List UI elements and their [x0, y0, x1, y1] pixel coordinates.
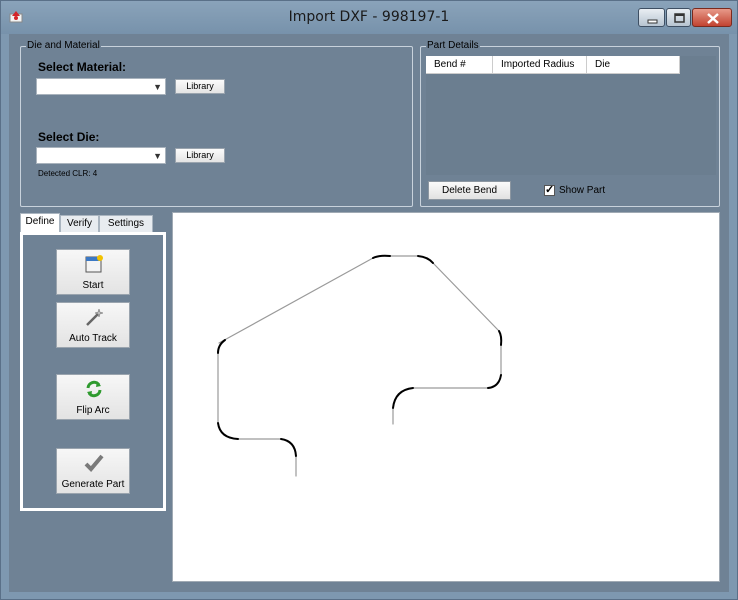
- auto-track-label: Auto Track: [69, 333, 117, 344]
- start-button[interactable]: Start: [56, 249, 130, 295]
- window-title: Import DXF - 998197-1: [288, 9, 450, 25]
- client-area: Die and Material Select Material: ▼ Libr…: [9, 34, 729, 592]
- show-part-toggle[interactable]: Show Part: [544, 183, 606, 196]
- delete-bend-button[interactable]: Delete Bend: [428, 181, 511, 200]
- material-select[interactable]: ▼: [36, 78, 166, 95]
- part-details-group: Part Details Bend # Imported Radius Die …: [420, 40, 720, 207]
- die-library-button[interactable]: Library: [175, 148, 225, 163]
- bend-table-header: Bend # Imported Radius Die: [426, 56, 680, 74]
- die-select[interactable]: ▼: [36, 147, 166, 164]
- flip-arc-label: Flip Arc: [76, 405, 110, 416]
- chevron-down-icon: ▼: [153, 151, 162, 161]
- column-header-bend[interactable]: Bend #: [426, 56, 493, 74]
- flip-arrows-icon: [86, 380, 102, 398]
- part-details-label: Part Details: [426, 40, 480, 51]
- chevron-down-icon: ▼: [153, 82, 162, 92]
- import-dxf-window: Import DXF - 998197-1 Die and Material S…: [0, 0, 738, 600]
- maximize-icon: [674, 13, 685, 23]
- define-tab-panel: Start Auto Track Flip Arc Generate Part: [20, 232, 166, 511]
- column-header-die[interactable]: Die: [587, 56, 680, 74]
- generate-part-label: Generate Part: [61, 479, 125, 490]
- close-icon: [707, 13, 719, 24]
- bend-table[interactable]: Bend # Imported Radius Die: [426, 56, 716, 175]
- part-profile-drawing: [217, 254, 503, 477]
- title-bar: Import DXF - 998197-1: [1, 1, 737, 34]
- minimize-button[interactable]: [638, 8, 665, 27]
- detected-clr-text: Detected CLR: 4: [38, 169, 98, 178]
- tab-verify[interactable]: Verify: [60, 215, 99, 233]
- start-label: Start: [82, 280, 104, 291]
- flip-arc-button[interactable]: Flip Arc: [56, 374, 130, 420]
- column-header-imported-radius[interactable]: Imported Radius: [493, 56, 587, 74]
- material-library-button[interactable]: Library: [175, 79, 225, 94]
- generate-part-button[interactable]: Generate Part: [56, 448, 130, 494]
- tab-settings[interactable]: Settings: [99, 215, 153, 233]
- show-part-label: Show Part: [559, 185, 606, 196]
- close-button[interactable]: [692, 8, 732, 27]
- show-part-checkbox[interactable]: [544, 183, 555, 196]
- start-icon: [85, 255, 103, 273]
- die-and-material-label: Die and Material: [26, 40, 101, 51]
- select-die-label: Select Die:: [38, 130, 100, 144]
- minimize-icon: [647, 19, 658, 24]
- part-preview-canvas[interactable]: [172, 212, 720, 582]
- tab-define[interactable]: Define: [20, 213, 60, 233]
- auto-track-button[interactable]: Auto Track: [56, 302, 130, 348]
- maximize-button[interactable]: [666, 8, 691, 27]
- checkmark-icon: [84, 454, 104, 472]
- magic-wand-icon: [86, 308, 104, 326]
- select-material-label: Select Material:: [38, 60, 127, 74]
- die-and-material-group: Die and Material Select Material: ▼ Libr…: [20, 40, 413, 207]
